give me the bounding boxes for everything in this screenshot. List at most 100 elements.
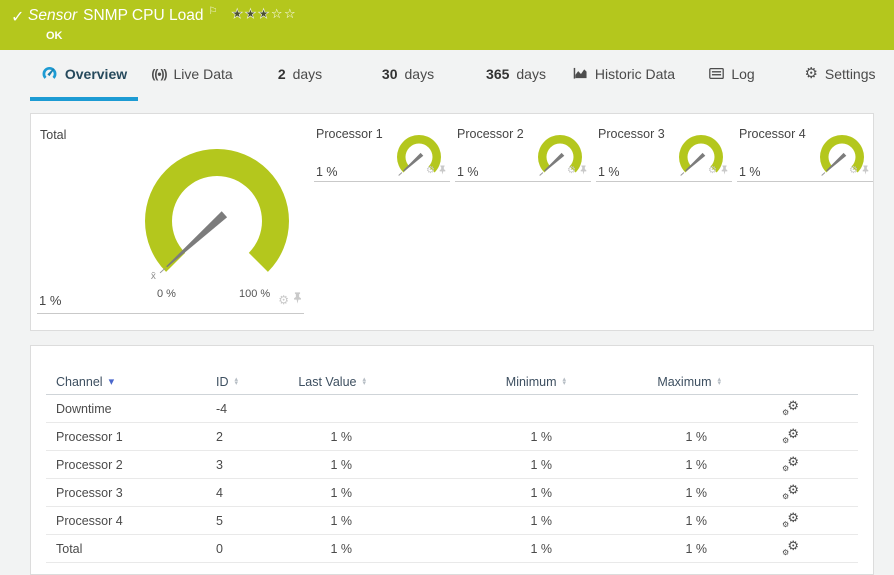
channel-label: Total	[40, 128, 66, 142]
column-header-last-value[interactable]: Last Value▴▾	[286, 375, 366, 389]
column-label: Last Value	[298, 375, 356, 389]
tab-label: days	[293, 66, 323, 82]
channel-last-value: 1 %	[598, 165, 620, 179]
gauge-cell-actions: ⚙	[849, 162, 869, 180]
gear-icon: ⚙	[804, 68, 817, 80]
cell-channel[interactable]: Downtime	[56, 402, 216, 416]
tab-label: Overview	[65, 66, 127, 82]
channel-label: Processor 1	[316, 127, 383, 141]
cell-channel[interactable]: Total	[56, 542, 216, 556]
channel-last-value: 1 %	[39, 293, 61, 308]
cell-id: 0	[216, 542, 286, 556]
sort-both-icon[interactable]: ▴▾	[235, 378, 239, 387]
gauge-cell-processor-2: Processor 2 1 % ⚙	[455, 122, 591, 182]
flag-icon[interactable]: ⚐	[208, 6, 217, 17]
column-label: Minimum	[506, 375, 557, 389]
tab-2-days[interactable]: 2 days	[246, 50, 354, 101]
pin-icon[interactable]	[721, 162, 728, 180]
pin-icon[interactable]	[862, 162, 869, 180]
cell-maximum: 1 %	[566, 542, 721, 556]
cell-channel[interactable]: Processor 3	[56, 486, 216, 500]
star-icon[interactable]: ☆	[271, 6, 284, 21]
status-text: OK	[46, 30, 63, 42]
table-header-row: Channel▾ID▴▾Last Value▴▾Minimum▴▾Maximum…	[46, 370, 858, 395]
gauge-scale-min: 0 %	[157, 288, 176, 300]
table-row-processor-1: Processor 1 2 1 % 1 % 1 % ⚙⚙	[46, 423, 858, 451]
cell-last-value: 1 %	[286, 486, 366, 500]
tab-label: Log	[731, 66, 754, 82]
gauges-panel: Total x̄ 0 % 100 % 1 % ⚙ Processor 1 1 %…	[30, 113, 874, 331]
total-gauge[interactable]: x̄	[137, 149, 297, 294]
channel-label: Processor 4	[739, 127, 806, 141]
tab-historic-data[interactable]: Historic Data	[570, 50, 678, 101]
column-header-id[interactable]: ID▴▾	[216, 375, 286, 389]
column-header-channel[interactable]: Channel ▾	[56, 375, 216, 389]
channel-label: Processor 3	[598, 127, 665, 141]
sensor-title-line: SensorSNMP CPU Load⚐★★★☆☆	[28, 6, 297, 25]
cell-last-value: 1 %	[286, 430, 366, 444]
star-icon[interactable]: ☆	[284, 6, 297, 21]
tab-30-days[interactable]: 30days	[354, 50, 462, 101]
gauge-cell-actions: ⚙	[278, 291, 302, 309]
tab-number: 2	[278, 66, 286, 82]
channel-settings-icon[interactable]: ⚙⚙	[782, 401, 799, 416]
channel-table-panel: Channel▾ID▴▾Last Value▴▾Minimum▴▾Maximum…	[30, 345, 874, 575]
gear-icon[interactable]: ⚙	[426, 166, 435, 176]
tab-bar: Overview((•))Live Data2days30days365days…	[0, 50, 894, 104]
gauge-cell-total: Total x̄ 0 % 100 % 1 % ⚙	[37, 122, 304, 314]
pin-icon[interactable]	[580, 162, 587, 180]
tab-label: Settings	[825, 66, 876, 82]
cell-channel[interactable]: Processor 2	[56, 458, 216, 472]
tab-label: days	[405, 66, 435, 82]
channel-settings-icon[interactable]: ⚙⚙	[782, 429, 799, 444]
table-body: Downtime -4 ⚙⚙Processor 1 2 1 % 1 % 1 % …	[46, 395, 858, 563]
star-icon[interactable]: ★	[231, 6, 244, 21]
star-icon[interactable]: ★	[258, 6, 271, 21]
tab-live-data[interactable]: ((•))Live Data	[138, 50, 246, 101]
sort-desc-icon[interactable]: ▾	[109, 377, 115, 388]
tab-label: days	[516, 66, 546, 82]
column-header-maximum[interactable]: Maximum ▴▾	[566, 375, 721, 389]
cell-channel[interactable]: Processor 4	[56, 514, 216, 528]
pin-icon[interactable]	[293, 291, 302, 309]
table-row-total: Total 0 1 % 1 % 1 % ⚙⚙	[46, 535, 858, 563]
cell-maximum: 1 %	[566, 514, 721, 528]
cell-id: -4	[216, 402, 286, 416]
cell-last-value: 1 %	[286, 458, 366, 472]
cell-minimum: 1 %	[366, 542, 566, 556]
channel-settings-icon[interactable]: ⚙⚙	[782, 457, 799, 472]
sensor-title: SNMP CPU Load	[83, 7, 203, 24]
channel-settings-icon[interactable]: ⚙⚙	[782, 485, 799, 500]
gauge-cell-actions: ⚙	[708, 162, 728, 180]
channel-table: Channel▾ID▴▾Last Value▴▾Minimum▴▾Maximum…	[46, 370, 858, 563]
gear-icon[interactable]: ⚙	[278, 295, 289, 305]
tab-365-days[interactable]: 365days	[462, 50, 570, 101]
gear-icon[interactable]: ⚙	[849, 166, 858, 176]
column-label: Channel	[56, 375, 103, 389]
channel-settings-icon[interactable]: ⚙⚙	[782, 513, 799, 528]
gauge-cell-processor-1: Processor 1 1 % ⚙	[314, 122, 450, 182]
area-chart-icon	[573, 67, 588, 80]
pin-icon[interactable]	[439, 162, 446, 180]
column-header-minimum[interactable]: Minimum▴▾	[366, 375, 566, 389]
column-label: Maximum	[657, 375, 711, 389]
tab-label: Live Data	[174, 66, 233, 82]
star-rating[interactable]: ★★★☆☆	[231, 6, 297, 21]
gauge-cell-actions: ⚙	[426, 162, 446, 180]
channel-last-value: 1 %	[316, 165, 338, 179]
cell-maximum: 1 %	[566, 430, 721, 444]
sort-both-icon[interactable]: ▴▾	[717, 378, 721, 387]
tab-log[interactable]: Log	[678, 50, 786, 101]
gauge-cell-actions: ⚙	[567, 162, 587, 180]
cell-minimum: 1 %	[366, 430, 566, 444]
cell-maximum: 1 %	[566, 458, 721, 472]
star-icon[interactable]: ★	[245, 6, 258, 21]
channel-settings-icon[interactable]: ⚙⚙	[782, 541, 799, 556]
tab-overview[interactable]: Overview	[30, 50, 138, 101]
sensor-type-label: Sensor	[28, 7, 77, 24]
gear-icon[interactable]: ⚙	[567, 166, 576, 176]
gauge-cell-processor-4: Processor 4 1 % ⚙	[737, 122, 873, 182]
tab-settings[interactable]: ⚙ Settings	[786, 50, 894, 101]
cell-channel[interactable]: Processor 1	[56, 430, 216, 444]
gear-icon[interactable]: ⚙	[708, 166, 717, 176]
